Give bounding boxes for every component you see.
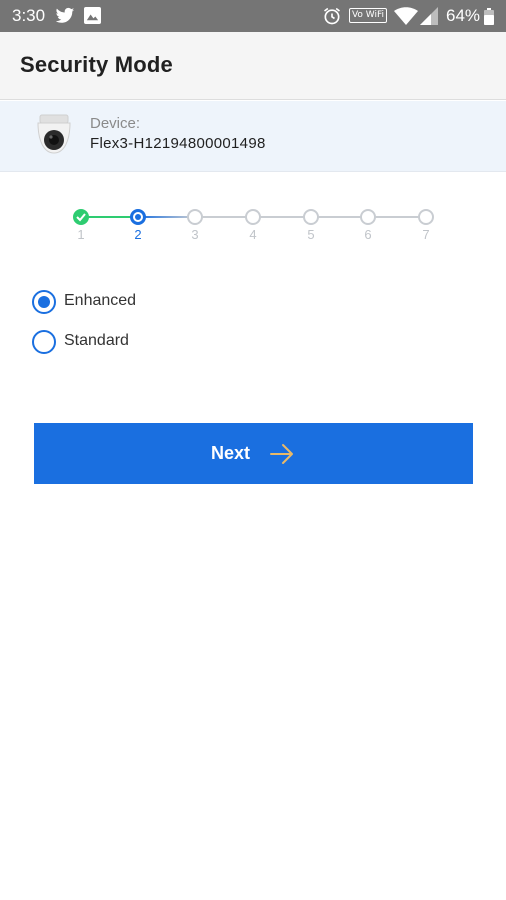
step-4-dot (245, 209, 261, 225)
next-button[interactable]: Next (34, 423, 473, 484)
battery-icon (484, 8, 494, 25)
step-6-dot (360, 209, 376, 225)
step-5-dot (303, 209, 319, 225)
step-7-dot (418, 209, 434, 225)
app-bar: Security Mode (0, 32, 506, 100)
camera-icon (37, 114, 71, 154)
step-number: 4 (249, 227, 257, 242)
standard-radio[interactable] (32, 330, 56, 354)
step-number: 2 (134, 227, 142, 242)
twitter-icon (55, 7, 75, 23)
page-title: Security Mode (20, 52, 173, 77)
option-standard[interactable]: Standard (32, 330, 332, 356)
step-number: 3 (191, 227, 199, 242)
image-icon (84, 7, 101, 24)
status-time: 3:30 (12, 6, 46, 25)
step-number: 6 (364, 227, 372, 242)
arrow-right-icon (270, 444, 293, 464)
setup-progress-stepper: 1 2 3 4 5 6 7 (0, 200, 506, 250)
wifi-calling-badge: Vo WiFi (349, 8, 387, 23)
step-number: 5 (307, 227, 315, 242)
device-name: Flex3-H12194800001498 (90, 135, 266, 152)
alarm-icon (324, 7, 340, 25)
option-label: Enhanced (64, 292, 137, 309)
step-3-dot (187, 209, 203, 225)
step-number: 1 (77, 227, 85, 242)
step-1-complete-dot (73, 209, 89, 225)
wifi-icon (394, 7, 418, 25)
device-label: Device: (90, 115, 141, 132)
enhanced-radio[interactable] (32, 290, 56, 314)
signal-icon (420, 7, 438, 25)
step-number: 7 (422, 227, 430, 242)
option-enhanced[interactable]: Enhanced (32, 290, 332, 316)
option-label: Standard (64, 332, 129, 349)
device-banner: Device: Flex3-H12194800001498 (0, 101, 506, 172)
step-2-current-dot (130, 209, 146, 225)
check-icon (76, 213, 86, 222)
next-button-label: Next (211, 443, 251, 463)
status-bar: 3:30 Vo WiFi 64% (0, 0, 506, 32)
battery-percent: 64% (446, 6, 481, 25)
